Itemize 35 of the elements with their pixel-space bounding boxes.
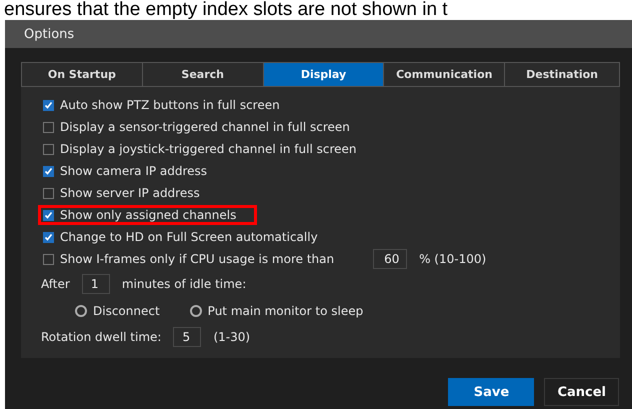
field-label: Rotation dwell time: — [41, 330, 162, 344]
cancel-button[interactable]: Cancel — [544, 378, 619, 406]
checkbox[interactable] — [43, 188, 54, 198]
tab[interactable]: Destination — [505, 63, 619, 86]
input-field[interactable]: 5 — [173, 327, 202, 347]
option-label: Auto show PTZ buttons in full screen — [60, 98, 280, 112]
option-label: Show server IP address — [60, 186, 200, 200]
option-label: Show only assigned channels — [60, 208, 236, 222]
field-hint: (1-30) — [213, 330, 250, 344]
save-button[interactable]: Save — [448, 378, 534, 406]
checkbox[interactable] — [43, 210, 54, 220]
checkbox[interactable] — [43, 166, 54, 176]
tab[interactable]: Communication — [384, 63, 506, 86]
checkbox[interactable] — [43, 144, 54, 154]
field-hint: minutes of idle time: — [122, 277, 246, 291]
checkbox[interactable] — [43, 100, 54, 110]
tab[interactable]: Search — [142, 63, 264, 86]
caption-text: ensures that the empty index slots are not shown in t — [3, 0, 449, 20]
input-field[interactable]: 1 — [82, 274, 110, 294]
option-label: Change to HD on Full Screen automatically — [60, 230, 318, 244]
option-label: Display a sensor-triggered channel in full screen — [60, 120, 350, 134]
checkbox[interactable] — [43, 232, 54, 242]
tab[interactable]: Display — [264, 63, 384, 86]
window-title: Options — [5, 20, 632, 48]
tab[interactable]: On Startup — [22, 63, 143, 86]
radio-option[interactable]: Put main monitor to sleep — [190, 304, 364, 318]
radio-option[interactable]: Disconnect — [75, 304, 160, 318]
option-label: Display a joystick-triggered channel in full screen — [60, 142, 356, 156]
checkbox[interactable] — [43, 122, 54, 132]
option-label: Show I-frames only if CPU usage is more than — [60, 252, 334, 266]
range-hint: % (10-100) — [419, 252, 486, 266]
field-label: After — [41, 277, 70, 291]
input-field[interactable]: 60 — [373, 249, 408, 269]
option-label: Show camera IP address — [60, 164, 208, 178]
checkbox[interactable] — [43, 254, 54, 264]
